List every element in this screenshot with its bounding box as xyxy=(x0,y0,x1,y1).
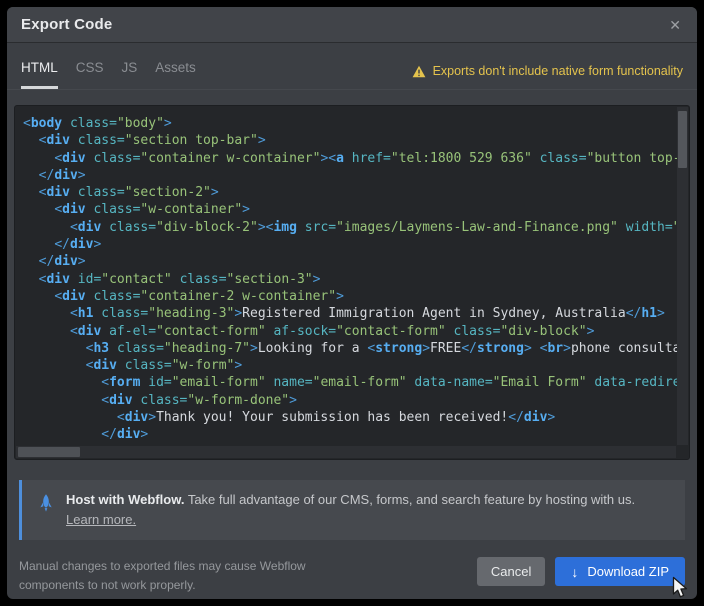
tab-css[interactable]: CSS xyxy=(76,60,104,89)
webflow-rocket-icon xyxy=(36,493,56,518)
close-icon[interactable]: ✕ xyxy=(669,18,681,32)
banner-body: Take full advantage of our CMS, forms, a… xyxy=(184,492,635,507)
learn-more-link[interactable]: Learn more. xyxy=(66,512,136,527)
horizontal-scrollbar[interactable] xyxy=(16,446,676,458)
tab-html[interactable]: HTML xyxy=(21,60,58,89)
code-content[interactable]: <body class="body"> <div class="section … xyxy=(15,106,677,446)
footer-buttons: Cancel ↓ Download ZIP xyxy=(477,557,685,586)
modal-title: Export Code xyxy=(21,16,112,33)
export-warning: Exports don't include native form functi… xyxy=(412,64,683,89)
horizontal-scrollbar-thumb[interactable] xyxy=(18,447,80,457)
tab-assets[interactable]: Assets xyxy=(155,60,196,89)
download-arrow-icon: ↓ xyxy=(571,565,578,579)
download-label: Download ZIP xyxy=(587,564,669,579)
vertical-scrollbar[interactable] xyxy=(677,107,688,445)
cancel-button[interactable]: Cancel xyxy=(477,557,545,586)
vertical-scrollbar-thumb[interactable] xyxy=(678,111,687,168)
tab-js[interactable]: JS xyxy=(122,60,138,89)
modal-header: Export Code ✕ xyxy=(7,7,697,43)
download-zip-button[interactable]: ↓ Download ZIP xyxy=(555,557,685,586)
tab-bar: HTML CSS JS Assets Exports don't include… xyxy=(7,43,697,90)
host-with-webflow-banner: Host with Webflow. Take full advantage o… xyxy=(19,480,685,540)
footer-note-line2: components to not work properly. xyxy=(19,578,196,592)
export-code-modal: Export Code ✕ HTML CSS JS Assets Exports… xyxy=(7,7,697,599)
warning-icon xyxy=(412,65,426,78)
banner-title: Host with Webflow. xyxy=(66,492,184,507)
code-editor[interactable]: <body class="body"> <div class="section … xyxy=(14,105,690,460)
footer-note-line1: Manual changes to exported files may cau… xyxy=(19,559,306,573)
footer-note: Manual changes to exported files may cau… xyxy=(19,557,306,595)
warning-text: Exports don't include native form functi… xyxy=(433,64,683,78)
modal-footer: Manual changes to exported files may cau… xyxy=(19,557,685,595)
banner-text: Host with Webflow. Take full advantage o… xyxy=(66,490,635,530)
